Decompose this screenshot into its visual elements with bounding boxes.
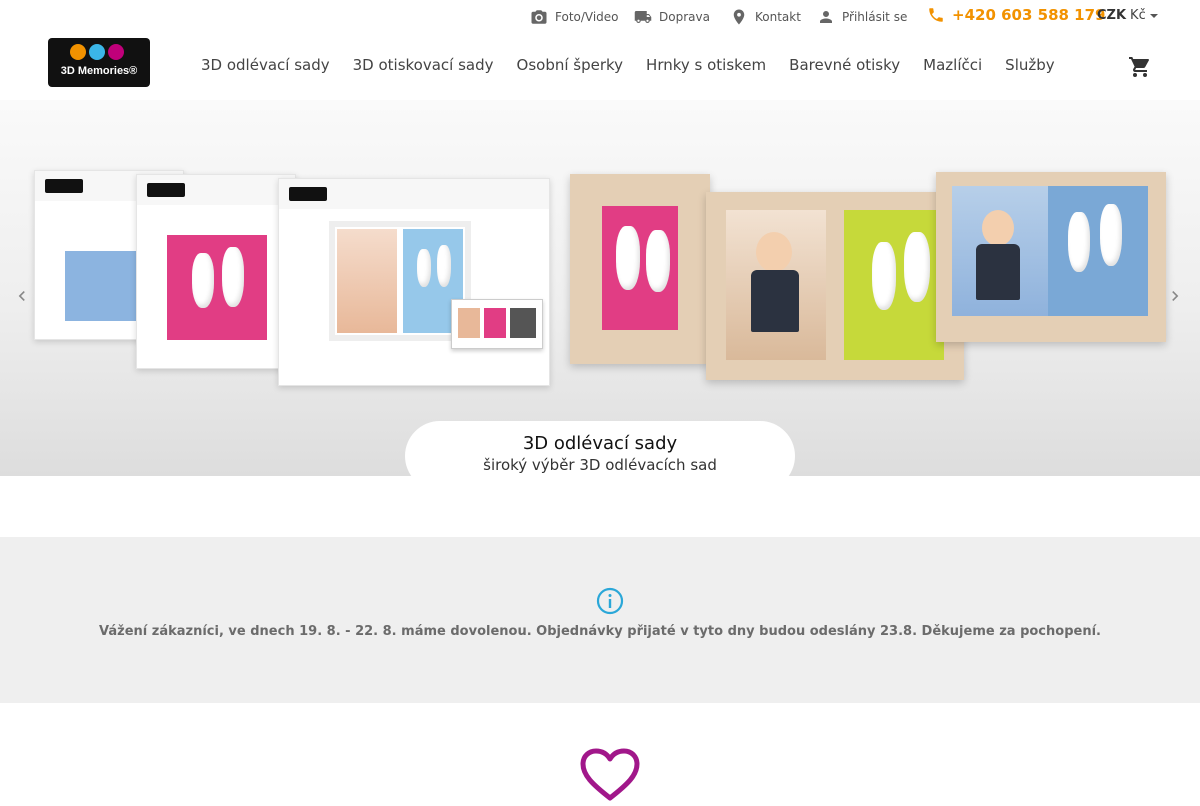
truck-icon <box>634 11 652 23</box>
nav-item-pets[interactable]: Mazlíčci <box>923 56 982 74</box>
logo-text: 3D Memories® <box>60 65 138 77</box>
photo-video-link[interactable]: Foto/Video <box>530 8 619 26</box>
currency-symbol: Kč <box>1130 8 1146 23</box>
logo-dots <box>70 44 124 60</box>
product-box-image <box>136 174 296 369</box>
nav-item-color-imprints[interactable]: Barevné otisky <box>789 56 900 74</box>
chevron-left-icon <box>18 291 25 301</box>
location-pin-icon <box>733 9 745 25</box>
logo-flower-icon <box>108 44 124 60</box>
logo-paw-icon <box>89 44 105 60</box>
login-link[interactable]: Přihlásit se <box>817 8 907 26</box>
currency-code: CZK <box>1097 8 1127 23</box>
nav-item-personal-jewelry[interactable]: Osobní šperky <box>517 56 624 74</box>
nav-item-3d-casting-kits[interactable]: 3D odlévací sady <box>201 56 330 74</box>
logo-hand-icon <box>70 44 86 60</box>
product-box-image <box>278 178 550 386</box>
info-icon <box>596 587 624 615</box>
login-label: Přihlásit se <box>842 10 908 24</box>
nav-item-imprint-mugs[interactable]: Hrnky s otiskem <box>646 56 766 74</box>
site-logo[interactable]: 3D Memories® <box>48 38 150 87</box>
main-nav: 3D odlévací sady 3D otiskovací sady Osob… <box>201 56 1078 74</box>
currency-selector[interactable]: CZK Kč <box>1097 8 1158 23</box>
slider-next-button[interactable] <box>1165 286 1185 306</box>
heart-icon <box>580 748 640 802</box>
nav-item-services[interactable]: Služby <box>1005 56 1054 74</box>
notice-message: Vážení zákazníci, ve dnech 19. 8. - 22. … <box>99 624 1101 639</box>
frame-image <box>706 192 964 380</box>
contact-link[interactable]: Kontakt <box>730 8 801 26</box>
frame-image <box>570 174 710 364</box>
nav-item-3d-imprint-kits[interactable]: 3D otiskovací sady <box>353 56 494 74</box>
hero-caption[interactable]: 3D odlévací sady široký výběr 3D odlévac… <box>405 421 795 476</box>
frame-image <box>936 172 1166 342</box>
hero-title: 3D odlévací sady <box>522 433 678 454</box>
phone-number: +420 603 588 179 <box>952 6 1106 24</box>
hero-subtitle: široký výběr 3D odlévacích sad <box>483 456 717 474</box>
shipping-link[interactable]: Doprava <box>634 8 710 26</box>
person-icon <box>820 11 832 23</box>
phone-link[interactable]: +420 603 588 179 <box>927 6 1105 24</box>
caret-down-icon <box>1149 13 1158 18</box>
cart-button[interactable] <box>1128 55 1152 79</box>
shopping-cart-icon <box>1129 57 1149 77</box>
top-utility-bar: Foto/Video Doprava Kontakt Přihlásit se … <box>0 0 1200 34</box>
chevron-right-icon <box>1172 291 1179 301</box>
camera-icon <box>531 10 547 24</box>
photo-video-label: Foto/Video <box>555 10 619 24</box>
contact-label: Kontakt <box>755 10 801 24</box>
shipping-label: Doprava <box>659 10 710 24</box>
slider-prev-button[interactable] <box>12 286 32 306</box>
hero-slider: 3D odlévací sady široký výběr 3D odlévac… <box>0 100 1200 476</box>
phone-icon <box>929 8 943 22</box>
vacation-notice: Vážení zákazníci, ve dnech 19. 8. - 22. … <box>0 537 1200 703</box>
